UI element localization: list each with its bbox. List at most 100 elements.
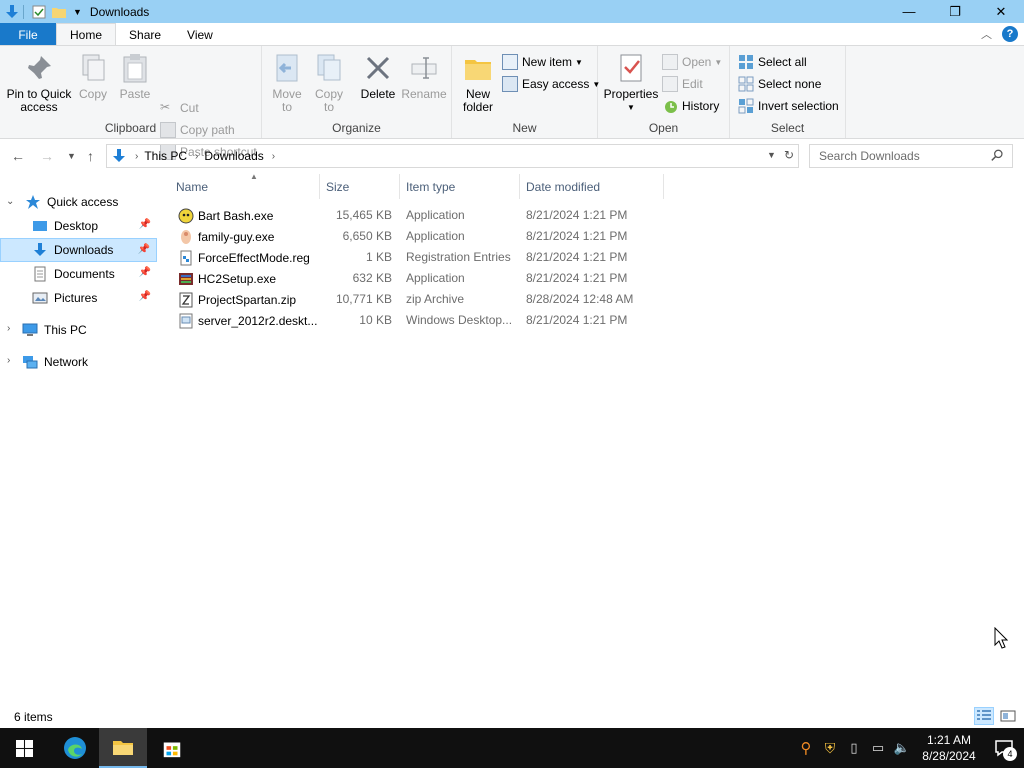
file-size: 15,465 KB: [335, 208, 392, 222]
edit-button[interactable]: Edit: [662, 74, 703, 94]
nav-network[interactable]: Network: [22, 350, 88, 374]
breadcrumb-chevron-icon[interactable]: ›: [135, 151, 138, 162]
history-button[interactable]: History: [662, 96, 719, 116]
select-all-button[interactable]: Select all: [738, 52, 807, 72]
refresh-icon[interactable]: ↻: [784, 148, 794, 162]
up-arrow-icon[interactable]: ↑: [87, 148, 94, 164]
file-name: Bart Bash.exe: [198, 209, 274, 223]
clock[interactable]: 1:21 AM 8/28/2024: [914, 732, 984, 764]
rename-button[interactable]: Rename: [400, 52, 448, 101]
tab-home[interactable]: Home: [56, 23, 117, 46]
select-none-button[interactable]: Select none: [738, 74, 821, 94]
taskbar-edge[interactable]: [51, 728, 99, 768]
window-title: Downloads: [89, 4, 150, 19]
file-row[interactable]: server_2012r2.deskt... 10 KB Windows Des…: [172, 310, 652, 331]
recent-locations-icon[interactable]: ▼: [67, 151, 76, 161]
properties-button[interactable]: Properties ▼: [604, 52, 658, 114]
move-to-button[interactable]: Move to: [268, 52, 306, 114]
properties-qat-icon[interactable]: [31, 4, 47, 20]
address-bar[interactable]: › This PC › Downloads › ▼ ↻: [106, 144, 799, 168]
open-button[interactable]: Open ▼: [662, 52, 722, 72]
open-label: Open: [682, 55, 712, 69]
collapse-ribbon-icon[interactable]: ︿: [981, 26, 992, 42]
maximize-button[interactable]: ❐: [932, 0, 978, 23]
rename-icon: [411, 57, 437, 79]
column-header-size[interactable]: Size: [320, 174, 400, 199]
close-button[interactable]: ✕: [978, 0, 1024, 23]
tray-search-icon[interactable]: ⚲: [794, 728, 818, 768]
breadcrumb-chevron-icon[interactable]: ›: [195, 151, 198, 162]
expand-quick-access-icon[interactable]: ⌄: [6, 196, 14, 207]
new-item-button[interactable]: New item ▼: [502, 52, 583, 72]
edge-browser-icon: [64, 737, 86, 759]
tray-volume-muted-icon[interactable]: 🔈: [890, 728, 914, 768]
easy-access-icon: [502, 76, 518, 92]
new-folder-qat-icon[interactable]: [51, 4, 67, 20]
new-group: New folder New item ▼ Easy access ▼ New: [452, 46, 600, 138]
tab-view[interactable]: View: [174, 23, 226, 46]
breadcrumb-chevron-icon[interactable]: ›: [272, 151, 275, 162]
file-list: ▲ Name Size Item type Date modified Bart…: [160, 172, 1024, 704]
move-to-icon: [276, 54, 298, 82]
taskbar-store[interactable]: [148, 728, 196, 768]
installer-icon: [179, 273, 193, 285]
tray-network-icon[interactable]: ▭: [866, 728, 890, 768]
file-type: Application: [406, 229, 465, 243]
nav-pictures[interactable]: Pictures 📌: [0, 286, 157, 310]
pin-to-quick-access-button[interactable]: Pin to Quick access: [4, 52, 74, 114]
invert-selection-button[interactable]: Invert selection: [738, 96, 839, 116]
copy-to-button[interactable]: Copy to: [310, 52, 348, 114]
nav-pictures-label: Pictures: [54, 291, 98, 305]
file-row[interactable]: ForceEffectMode.reg 1 KB Registration En…: [172, 247, 652, 268]
pin-icon: 📌: [138, 291, 151, 302]
minimize-button[interactable]: —: [886, 0, 932, 23]
breadcrumb-downloads[interactable]: Downloads: [204, 149, 263, 163]
copy-button[interactable]: Copy: [76, 52, 110, 101]
file-row[interactable]: ProjectSpartan.zip 10,771 KB zip Archive…: [172, 289, 652, 310]
paste-button[interactable]: Paste: [118, 52, 152, 101]
back-arrow-icon[interactable]: ←: [11, 148, 25, 164]
cut-button[interactable]: ✂ Cut: [160, 98, 199, 118]
file-size: 10 KB: [359, 313, 392, 327]
nav-this-pc[interactable]: This PC: [22, 318, 87, 342]
organize-group: Move to Copy to Delete Rename Organize: [262, 46, 452, 138]
expand-network-icon[interactable]: ›: [7, 355, 10, 366]
breadcrumb-this-pc[interactable]: This PC: [144, 149, 187, 163]
taskbar-file-explorer[interactable]: [99, 728, 147, 768]
easy-access-button[interactable]: Easy access ▼: [502, 74, 600, 94]
select-group-label: Select: [770, 121, 805, 135]
nav-desktop[interactable]: Desktop 📌: [0, 214, 157, 238]
file-row[interactable]: Bart Bash.exe 15,465 KB Application 8/21…: [172, 205, 652, 226]
column-header-date[interactable]: Date modified: [520, 174, 664, 199]
sort-ascending-icon: ▲: [250, 172, 258, 181]
qat-dropdown-icon[interactable]: ▼: [73, 7, 82, 17]
select-all-icon: [739, 55, 753, 69]
tab-file[interactable]: File: [0, 23, 56, 46]
forward-arrow-icon[interactable]: →: [40, 148, 54, 164]
downloads-location-icon: [113, 149, 125, 162]
tray-usb-icon[interactable]: ▯: [842, 728, 866, 768]
large-icons-view-button[interactable]: [998, 707, 1018, 725]
start-button[interactable]: [0, 728, 48, 768]
star-icon: [26, 195, 40, 209]
nav-downloads[interactable]: Downloads 📌: [0, 238, 157, 262]
column-header-name[interactable]: ▲ Name: [170, 172, 320, 199]
tab-share[interactable]: Share: [116, 23, 174, 46]
file-row[interactable]: HC2Setup.exe 632 KB Application 8/21/202…: [172, 268, 652, 289]
details-view-button[interactable]: [974, 707, 994, 725]
nav-quick-access[interactable]: Quick access: [25, 190, 118, 214]
help-icon[interactable]: ?: [1002, 26, 1018, 42]
file-row[interactable]: family-guy.exe 6,650 KB Application 8/21…: [172, 226, 652, 247]
documents-icon: [34, 266, 46, 282]
search-input[interactable]: [819, 149, 989, 163]
new-folder-button[interactable]: New folder: [458, 52, 498, 114]
nav-documents[interactable]: Documents 📌: [0, 262, 157, 286]
column-header-type[interactable]: Item type: [400, 174, 520, 199]
expand-this-pc-icon[interactable]: ›: [7, 323, 10, 334]
address-dropdown-icon[interactable]: ▼: [767, 150, 776, 162]
downloads-arrow-icon: [6, 4, 18, 18]
delete-button[interactable]: Delete: [358, 52, 398, 101]
notifications-button[interactable]: 4: [984, 728, 1024, 768]
tray-defender-icon[interactable]: ⛨: [818, 728, 842, 768]
search-box[interactable]: [809, 144, 1013, 168]
